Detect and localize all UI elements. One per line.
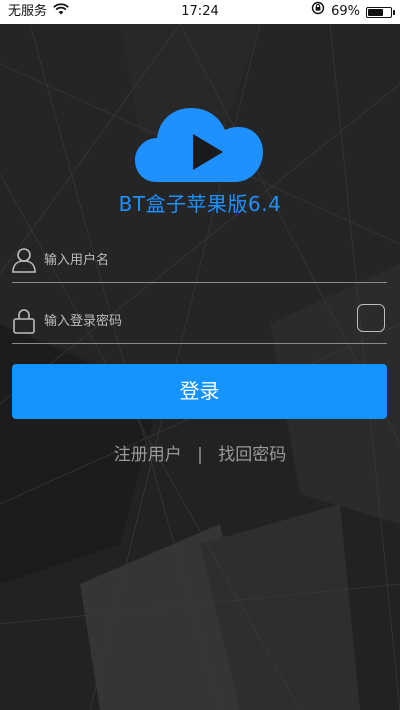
forgot-password-link[interactable]: 找回密码 [218,445,286,465]
battery-fill [368,8,383,16]
login-button[interactable]: 登录 [12,364,387,419]
link-separator: | [197,445,203,465]
show-password-checkbox[interactable] [357,304,385,332]
login-screen: 无服务 17:24 69% BT盒子苹果版6.4 输入用户名 输入登录密码 登录… [0,0,400,710]
username-placeholder: 输入用户名 [44,253,110,268]
register-link[interactable]: 注册用户 [114,445,182,465]
lock-icon [13,309,35,334]
status-right: 69% [311,0,395,24]
user-icon [12,248,36,273]
password-field[interactable]: 输入登录密码 [12,298,387,344]
rotation-lock-icon [311,0,325,24]
app-title: BT盒子苹果版6.4 [118,192,282,216]
footer-links: 注册用户 | 找回密码 [0,440,400,465]
battery-percent: 69% [331,4,360,19]
battery-icon [366,6,395,18]
cloud-play-icon [135,108,263,182]
status-bar: 无服务 17:24 69% [0,0,400,24]
password-placeholder: 输入登录密码 [44,314,123,329]
username-field[interactable]: 输入用户名 [12,237,387,283]
